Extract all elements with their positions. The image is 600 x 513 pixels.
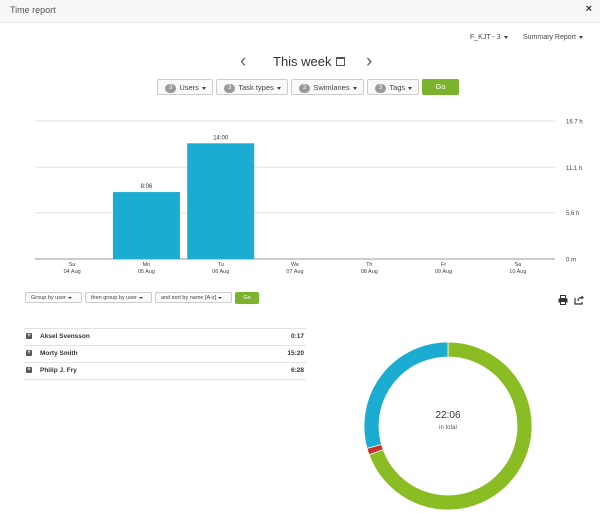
hours-bar-chart: 0 m 5.6 h 11.1 h 16.7 h Su04 Aug 8:06 Mo05 Aug…	[35, 120, 583, 275]
time-distribution-donut-chart: 22:06 in total	[363, 341, 533, 511]
user-row[interactable]: + Philip J. Fry 6:28	[24, 362, 306, 380]
chevron-down-icon	[578, 35, 583, 39]
expand-plus-icon[interactable]: +	[26, 333, 32, 339]
filter-users-count: 3	[165, 84, 177, 93]
x-tick-date-label: 10 Aug	[509, 269, 526, 275]
user-row[interactable]: + Morty Smith 15:20	[24, 345, 306, 362]
x-tick-date-label: 07 Aug	[286, 269, 303, 275]
filter-tags-count: 3	[375, 84, 387, 93]
board-selector-label: F_KJT - 3	[470, 34, 501, 41]
x-tick-day-label: Fr	[441, 262, 446, 268]
chevron-down-icon	[218, 296, 223, 299]
chevron-down-icon	[67, 296, 72, 299]
report-type-selector[interactable]: Summary Report	[523, 34, 583, 41]
filter-task-types-count: 3	[224, 84, 236, 93]
x-tick-date-label: 09 Aug	[435, 269, 452, 275]
chevron-down-icon	[138, 296, 143, 299]
filter-users[interactable]: 3 Users	[157, 79, 213, 95]
then-group-by-select[interactable]: then group by user	[85, 292, 152, 303]
user-total-time: 0:17	[290, 333, 304, 340]
user-name: Philip J. Fry	[40, 367, 77, 374]
report-type-label: Summary Report	[523, 34, 576, 41]
user-name: Aksel Svensson	[40, 333, 90, 340]
donut-total: 22:06	[435, 410, 460, 421]
x-tick-date-label: 05 Aug	[138, 269, 155, 275]
chevron-down-icon	[201, 86, 206, 90]
chevron-down-icon	[276, 86, 281, 90]
group-by-label: Group by user	[31, 295, 66, 301]
week-navigation: ‹ This week ›	[0, 52, 600, 72]
filter-users-label: Users	[179, 83, 199, 92]
y-tick-label: 0 m	[566, 258, 576, 264]
user-name: Morty Smith	[40, 350, 78, 357]
user-total-time: 15:20	[287, 350, 304, 357]
bar-value-label: 14:00	[213, 135, 229, 141]
y-tick-label: 11.1 h	[566, 166, 582, 172]
x-tick-date-label: 06 Aug	[212, 269, 229, 275]
expand-plus-icon[interactable]: +	[26, 367, 32, 373]
bar-value-label: 8:06	[141, 184, 153, 190]
week-title: This week	[273, 54, 332, 69]
chevron-down-icon	[408, 86, 413, 90]
filter-swimlanes-label: Swimlanes	[313, 83, 350, 92]
filter-task-types-label: Task types	[238, 83, 274, 92]
calendar-icon[interactable]	[336, 57, 345, 66]
y-tick-label: 5.6 h	[566, 211, 579, 217]
print-icon[interactable]	[558, 295, 568, 305]
apply-grouping-button[interactable]: Go	[235, 292, 259, 304]
board-selector[interactable]: F_KJT - 3	[470, 34, 508, 41]
close-icon[interactable]: ×	[586, 3, 592, 15]
x-tick-date-label: 04 Aug	[64, 269, 81, 275]
x-tick-day-label: Th	[366, 262, 372, 268]
sort-by-select[interactable]: and sort by name [A-z]	[155, 292, 232, 303]
filter-tags-label: Tags	[389, 83, 406, 92]
x-tick-day-label: We	[291, 262, 299, 268]
then-group-by-label: then group by user	[91, 295, 137, 301]
x-tick-day-label: Tu	[218, 262, 224, 268]
chevron-down-icon	[352, 86, 357, 90]
y-tick-label: 16.7 h	[566, 120, 583, 126]
user-total-time: 6:28	[290, 367, 304, 374]
filter-swimlanes-count: 2	[299, 84, 311, 93]
previous-week-arrow-icon[interactable]: ‹	[240, 52, 246, 72]
export-icon[interactable]	[574, 295, 585, 305]
group-by-select[interactable]: Group by user	[25, 292, 82, 303]
filter-task-types[interactable]: 3 Task types	[216, 79, 288, 95]
expand-plus-icon[interactable]: +	[26, 350, 32, 356]
user-row[interactable]: + Aksel Svensson 0:17	[24, 328, 306, 345]
bar[interactable]	[187, 143, 255, 259]
window-titlebar: Time report ×	[0, 0, 600, 23]
donut-caption: in total	[439, 425, 457, 431]
next-week-arrow-icon[interactable]: ›	[366, 52, 372, 72]
chevron-down-icon	[503, 35, 508, 39]
filter-swimlanes[interactable]: 2 Swimlanes	[291, 79, 364, 95]
bar[interactable]	[112, 192, 180, 259]
apply-filters-button[interactable]: Go	[422, 79, 459, 95]
window-title: Time report	[10, 5, 56, 15]
x-tick-day-label: Su	[69, 262, 76, 268]
filter-tags[interactable]: 3 Tags	[367, 79, 419, 95]
x-tick-day-label: Mo	[143, 262, 151, 268]
user-time-list: + Aksel Svensson 0:17 + Morty Smith 15:20 + Phi…	[24, 328, 306, 380]
donut-segment[interactable]	[363, 341, 449, 449]
x-tick-date-label: 08 Aug	[361, 269, 378, 275]
sort-by-label: and sort by name [A-z]	[161, 295, 217, 301]
x-tick-day-label: Sa	[514, 262, 522, 268]
